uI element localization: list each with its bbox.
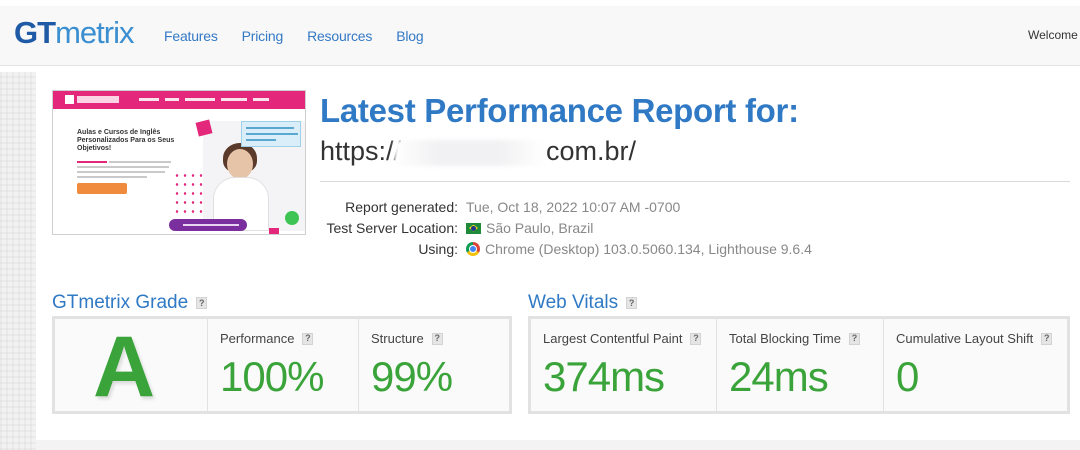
web-vitals-heading: Web Vitals ? (528, 292, 638, 314)
page-background-strip (0, 72, 36, 450)
main-nav: Features Pricing Resources Blog (164, 28, 424, 44)
meta-using: Using: Chrome (Desktop) 103.0.5060.134, … (418, 241, 812, 257)
tbt-value: 24ms (729, 353, 829, 400)
thumbnail-menu-item (165, 98, 179, 101)
gtmetrix-grade-panel: A Performance? 100% Structure? 99% (52, 316, 512, 414)
performance-score: 100% (220, 353, 324, 400)
nav-pricing[interactable]: Pricing (242, 28, 284, 44)
report-url-prefix: https:// (320, 136, 402, 166)
performance-cell: Performance? 100% (208, 319, 359, 411)
report-title: Latest Performance Report for: (320, 92, 799, 129)
cls-cell: Cumulative Layout Shift? 0 (884, 319, 1067, 411)
meta-report-generated: Report generated: Tue, Oct 18, 2022 10:0… (345, 199, 681, 215)
thumbnail-site-logo-icon (65, 95, 74, 104)
redacted-domain (394, 140, 544, 166)
help-icon[interactable]: ? (849, 332, 860, 345)
report-url-suffix: com.br/ (546, 136, 637, 166)
brazil-flag-icon (466, 222, 481, 234)
help-icon[interactable]: ? (690, 332, 702, 345)
chrome-icon (466, 242, 480, 256)
help-icon[interactable]: ? (431, 332, 443, 345)
grade-letter: A (93, 319, 156, 415)
thumbnail-menu-item (221, 98, 247, 101)
help-icon[interactable]: ? (302, 332, 314, 345)
report-url[interactable]: https:// com.br/ (320, 136, 660, 170)
help-icon[interactable]: ? (626, 297, 638, 309)
thumbnail-badge (169, 219, 247, 231)
top-navigation-bar: GTmetrix Features Pricing Resources Blog… (0, 6, 1080, 66)
thumbnail-site-brand (77, 96, 119, 103)
nav-resources[interactable]: Resources (307, 28, 372, 44)
content-bottom-divider (36, 440, 1080, 450)
grade-cell: A (55, 319, 208, 415)
thumbnail-site-header (53, 91, 305, 109)
thumbnail-headline: Aulas e Cursos de Inglês Personalizados … (77, 129, 175, 152)
lcp-cell: Largest Contentful Paint? 374ms (531, 319, 717, 411)
web-vitals-panel: Largest Contentful Paint? 374ms Total Bl… (528, 316, 1070, 414)
thumbnail-menu-item (139, 98, 159, 101)
cls-value: 0 (896, 353, 919, 400)
structure-cell: Structure? 99% (371, 331, 453, 400)
meta-test-server-location: Test Server Location: São Paulo, Brazil (326, 220, 594, 236)
nav-features[interactable]: Features (164, 28, 218, 44)
help-icon[interactable]: ? (1041, 332, 1053, 345)
tbt-cell: Total Blocking Time? 24ms (717, 319, 884, 411)
nav-blog[interactable]: Blog (396, 28, 423, 44)
thumbnail-menu-item (185, 98, 215, 101)
lcp-value: 374ms (543, 353, 665, 400)
thumbnail-cta-button (77, 183, 127, 194)
thumbnail-speech-bubble (241, 121, 301, 147)
help-icon[interactable]: ? (196, 297, 208, 309)
gtmetrix-logo[interactable]: GTmetrix (14, 15, 134, 51)
welcome-user-text[interactable]: Welcome B (1028, 28, 1080, 42)
thumbnail-dot-pattern (173, 171, 203, 221)
thumbnail-person-face (227, 149, 253, 179)
report-header-divider (320, 181, 1070, 182)
thumbnail-menu-item (253, 98, 269, 101)
gtmetrix-grade-heading: GTmetrix Grade ? (52, 292, 208, 314)
structure-score: 99% (371, 353, 453, 400)
